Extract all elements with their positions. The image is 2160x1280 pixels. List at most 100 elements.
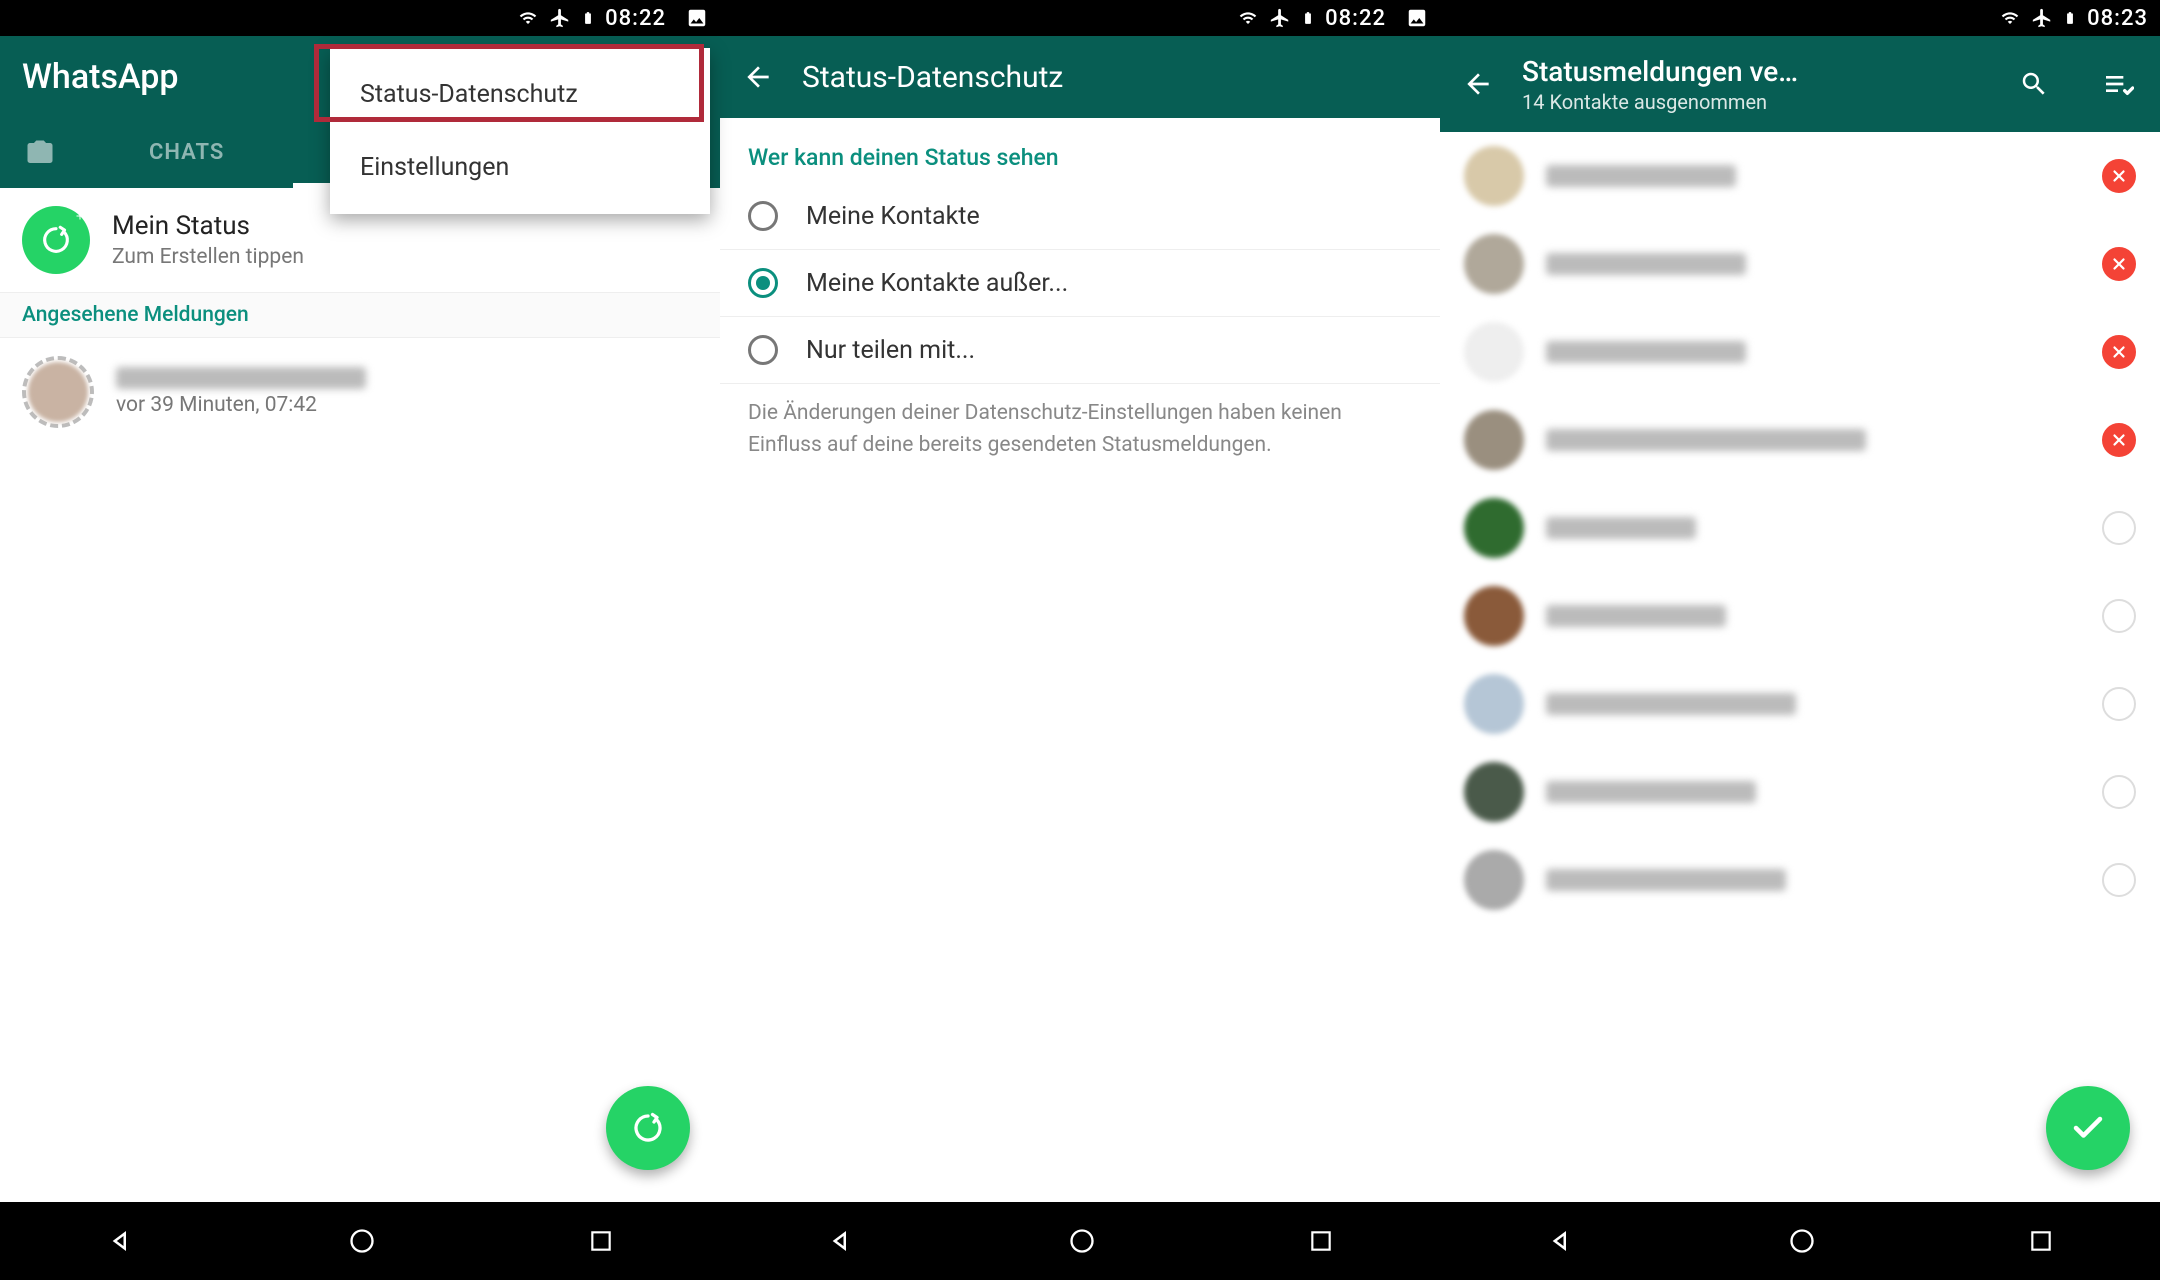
contact-name — [1546, 253, 2080, 275]
nav-home-icon[interactable] — [348, 1227, 376, 1255]
remove-icon — [2102, 423, 2136, 457]
contact-row[interactable] — [1440, 836, 2160, 924]
wifi-icon — [1999, 9, 2021, 27]
toolbar-subtitle: 14 Kontakte ausgenommen — [1522, 90, 1798, 114]
nav-back-icon[interactable] — [826, 1226, 856, 1256]
contact-row[interactable] — [1440, 132, 2160, 220]
nav-recents-icon[interactable] — [588, 1228, 614, 1254]
contact-list — [1440, 132, 2160, 924]
my-status-title: Mein Status — [112, 211, 304, 241]
contact-row[interactable] — [1440, 484, 2160, 572]
radio-label: Meine Kontakte außer... — [806, 269, 1068, 298]
airplane-icon — [2031, 7, 2053, 29]
wifi-icon — [517, 9, 539, 27]
radio-contacts-except[interactable]: Meine Kontakte außer... — [720, 250, 1440, 317]
contact-row[interactable] — [1440, 396, 2160, 484]
contact-name — [1546, 869, 2080, 891]
status-time: 08:23 — [2087, 6, 2148, 31]
remove-icon — [2102, 335, 2136, 369]
avatar — [1464, 498, 1524, 558]
back-button[interactable] — [742, 61, 774, 93]
status-time: 08:22 — [1325, 6, 1386, 31]
unselected-icon — [2102, 687, 2136, 721]
back-button[interactable] — [1462, 68, 1494, 100]
contact-row[interactable] — [1440, 220, 2160, 308]
remove-icon — [2102, 159, 2136, 193]
android-nav-bar — [720, 1202, 1440, 1280]
radio-icon — [748, 268, 778, 298]
overflow-menu: Status-Datenschutz Einstellungen — [330, 48, 710, 214]
avatar — [1464, 850, 1524, 910]
airplane-icon — [549, 7, 571, 29]
android-nav-bar — [0, 1202, 720, 1280]
avatar — [1464, 234, 1524, 294]
add-status-icon — [22, 206, 90, 274]
contact-name — [1546, 165, 2080, 187]
unselected-icon — [2102, 775, 2136, 809]
status-ring-icon — [22, 356, 94, 428]
contact-name — [1546, 429, 2080, 451]
avatar — [1464, 322, 1524, 382]
airplane-icon — [1269, 7, 1291, 29]
radio-only-share-with[interactable]: Nur teilen mit... — [720, 317, 1440, 384]
radio-my-contacts[interactable]: Meine Kontakte — [720, 183, 1440, 250]
viewed-status-row[interactable]: vor 39 Minuten, 07:42 — [0, 338, 720, 446]
toolbar-title: Status-Datenschutz — [802, 60, 1063, 95]
battery-icon — [581, 7, 595, 29]
avatar — [1464, 762, 1524, 822]
contact-row[interactable] — [1440, 572, 2160, 660]
viewed-time: vor 39 Minuten, 07:42 — [116, 393, 698, 417]
toolbar: Status-Datenschutz — [720, 36, 1440, 118]
screen-status-tab: 08:22 WhatsApp CHATS STATUS ANRUFE Mein … — [0, 0, 720, 1280]
unselected-icon — [2102, 599, 2136, 633]
select-all-button[interactable] — [2090, 56, 2146, 112]
nav-recents-icon[interactable] — [1308, 1228, 1334, 1254]
unselected-icon — [2102, 511, 2136, 545]
android-status-bar: 08:23 — [1440, 0, 2160, 36]
android-status-bar: 08:22 — [720, 0, 1440, 36]
avatar — [1464, 146, 1524, 206]
android-nav-bar — [1440, 1202, 2160, 1280]
wifi-icon — [1237, 9, 1259, 27]
avatar — [1464, 410, 1524, 470]
fab-new-status[interactable] — [606, 1086, 690, 1170]
radio-icon — [748, 335, 778, 365]
menu-item-settings[interactable]: Einstellungen — [330, 131, 710, 204]
contact-row[interactable] — [1440, 660, 2160, 748]
nav-home-icon[interactable] — [1068, 1227, 1096, 1255]
contact-row[interactable] — [1440, 308, 2160, 396]
radio-icon — [748, 201, 778, 231]
viewed-section-label: Angesehene Meldungen — [0, 292, 720, 338]
contact-name — [1546, 693, 2080, 715]
radio-label: Nur teilen mit... — [806, 336, 975, 365]
tab-camera[interactable] — [0, 138, 80, 168]
screen-status-privacy: 08:22 Status-Datenschutz Wer kann deinen… — [720, 0, 1440, 1280]
screen-hide-status-from: 08:23 Statusmeldungen ve… 14 Kontakte au… — [1440, 0, 2160, 1280]
remove-icon — [2102, 247, 2136, 281]
avatar — [1464, 586, 1524, 646]
contact-row[interactable] — [1440, 748, 2160, 836]
status-time: 08:22 — [605, 6, 666, 31]
screenshot-icon — [686, 7, 708, 29]
search-button[interactable] — [2006, 56, 2062, 112]
privacy-helper-text: Die Änderungen deiner Datenschutz-Einste… — [720, 384, 1440, 461]
contact-name — [1546, 781, 2080, 803]
radio-label: Meine Kontakte — [806, 202, 980, 231]
nav-home-icon[interactable] — [1788, 1227, 1816, 1255]
tab-chats[interactable]: CHATS — [80, 118, 293, 188]
fab-confirm[interactable] — [2046, 1086, 2130, 1170]
contact-name — [1546, 341, 2080, 363]
menu-item-status-privacy[interactable]: Status-Datenschutz — [330, 58, 710, 131]
unselected-icon — [2102, 863, 2136, 897]
contact-name-blurred — [116, 367, 366, 389]
privacy-heading: Wer kann deinen Status sehen — [720, 118, 1440, 183]
toolbar-title: Statusmeldungen ve… — [1522, 55, 1798, 88]
avatar — [1464, 674, 1524, 734]
my-status-sub: Zum Erstellen tippen — [112, 245, 304, 269]
battery-icon — [1301, 7, 1315, 29]
nav-back-icon[interactable] — [106, 1226, 136, 1256]
contact-name — [1546, 605, 2080, 627]
battery-icon — [2063, 7, 2077, 29]
nav-back-icon[interactable] — [1546, 1226, 1576, 1256]
nav-recents-icon[interactable] — [2028, 1228, 2054, 1254]
